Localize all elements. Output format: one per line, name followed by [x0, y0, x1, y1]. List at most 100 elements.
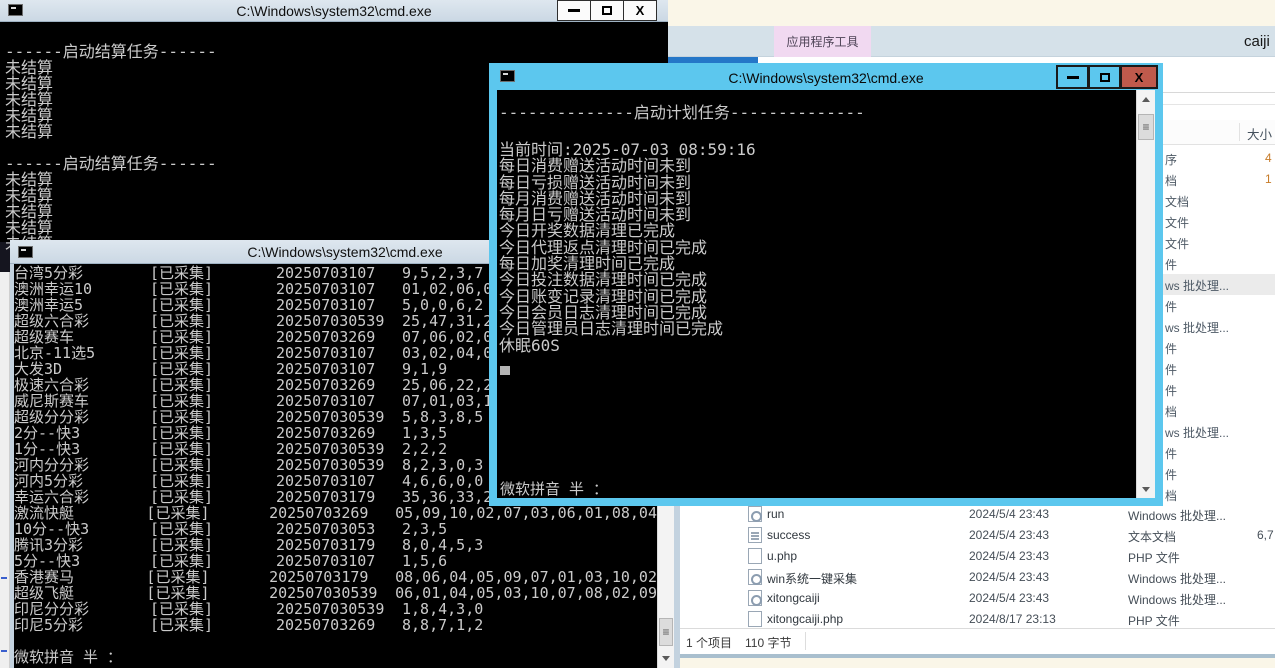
collect-status: [已采集]: [150, 313, 276, 329]
maximize-button[interactable]: [590, 0, 624, 21]
cmd-window-scheduler: C:\Windows\system32\cmd.exe X ----------…: [489, 63, 1163, 506]
file-name: xitongcaiji: [767, 591, 820, 605]
lottery-name: 极速六合彩: [14, 377, 150, 393]
lottery-name: 2分--快3: [14, 425, 150, 441]
cmd-settlement-titlebar[interactable]: C:\Windows\system32\cmd.exe X: [0, 0, 668, 22]
minimize-button[interactable]: [557, 0, 591, 21]
draw-result: 5,0,0,6,2: [402, 297, 483, 313]
lottery-name: 河内5分彩: [14, 473, 150, 489]
close-button[interactable]: X: [1120, 65, 1158, 89]
lottery-name: 香港赛马: [14, 569, 146, 585]
scroll-down-button[interactable]: [658, 650, 674, 666]
collect-status: [已采集]: [146, 569, 269, 585]
collect-status: [已采集]: [150, 537, 276, 553]
lottery-name: 1分--快3: [14, 441, 150, 457]
doc-file-icon: [748, 611, 762, 627]
collect-status: [已采集]: [150, 409, 276, 425]
draw-period: 20250703269: [269, 505, 365, 521]
draw-period: 20250703107: [276, 345, 372, 361]
draw-period: 20250703107: [276, 281, 372, 297]
lottery-name: 5分--快3: [14, 553, 150, 569]
file-type-fragment: 文件: [1165, 235, 1189, 252]
file-type-fragment: 文档: [1165, 193, 1189, 210]
collect-status: [已采集]: [150, 281, 276, 297]
console-line: 休眠60S: [499, 338, 756, 354]
scroll-up-button[interactable]: [1137, 90, 1155, 108]
draw-result: 35,36,33,24: [402, 489, 501, 505]
batch-file-icon: [748, 590, 762, 606]
draw-result: 08,06,04,05,09,07,01,03,10,02: [395, 569, 657, 585]
lottery-row: 超级飞艇[已采集]20250703053906,01,04,05,03,10,0…: [14, 585, 657, 601]
close-button[interactable]: X: [623, 0, 657, 21]
close-icon: X: [1135, 71, 1144, 84]
lottery-row: 印尼5分彩[已采集]202507032698,8,7,1,2: [14, 617, 657, 633]
draw-period: 20250703269: [276, 377, 372, 393]
file-type: 文本文档: [1128, 528, 1176, 545]
file-type: Windows 批处理...: [1128, 591, 1226, 608]
explorer-window-title: caiji: [1244, 33, 1270, 50]
draw-result: 25,47,31,28: [402, 313, 501, 329]
collect-status: [已采集]: [150, 329, 276, 345]
arrow-up-icon: [1142, 97, 1150, 102]
draw-result: 2,2,2: [402, 441, 447, 457]
batch-file-icon: [748, 506, 762, 522]
lottery-row: 香港赛马[已采集]20250703179 08,06,04,05,09,07,01…: [14, 569, 657, 585]
draw-period: 202507030539: [276, 313, 372, 329]
file-name: win系统一键采集: [767, 570, 857, 587]
draw-result: 5,8,3,8,5: [402, 409, 483, 425]
draw-period: 202507030539: [276, 409, 372, 425]
text-file-icon: [748, 527, 762, 543]
lottery-name: 台湾5分彩: [14, 265, 150, 281]
lottery-row: 腾讯3分彩[已采集]202507031798,0,4,5,3: [14, 537, 657, 553]
lottery-name: 印尼5分彩: [14, 617, 150, 633]
lottery-row: 印尼分分彩[已采集]2025070305391,8,4,3,0: [14, 601, 657, 617]
file-date: 2024/5/4 23:43: [969, 528, 1049, 542]
draw-result: 1,8,4,3,0: [402, 601, 483, 617]
column-separator[interactable]: [1239, 123, 1240, 141]
collect-status: [已采集]: [150, 617, 276, 633]
draw-period: 202507030539: [276, 601, 372, 617]
selected-size: 110 字节: [745, 634, 791, 651]
lottery-name: 河内分分彩: [14, 457, 150, 473]
file-date: 2024/5/4 23:43: [969, 507, 1049, 521]
application-tools-tab[interactable]: 应用程序工具: [774, 26, 871, 57]
scrollbar-thumb[interactable]: [659, 618, 673, 646]
vertical-scrollbar[interactable]: [1136, 90, 1155, 498]
file-type: PHP 文件: [1128, 549, 1180, 566]
lottery-row: 5分--快3[已采集]202507031071,5,6: [14, 553, 657, 569]
draw-result: 25,06,22,27: [402, 377, 501, 393]
draw-period: 20250703269: [276, 425, 372, 441]
collect-status: [已采集]: [150, 393, 276, 409]
window-controls: X: [558, 0, 657, 21]
scrollbar-thumb[interactable]: [1138, 114, 1154, 140]
collect-status: [已采集]: [146, 585, 269, 601]
lottery-name: 超级飞艇: [14, 585, 146, 601]
draw-period: 20250703053: [276, 521, 372, 537]
lottery-name: 激流快艇: [14, 505, 146, 521]
collect-status: [已采集]: [150, 473, 276, 489]
maximize-button[interactable]: [1088, 65, 1121, 89]
file-size-fragment: 1: [1265, 172, 1272, 186]
minimize-button[interactable]: [1056, 65, 1089, 89]
file-type-fragment: ws 批处理...: [1165, 424, 1229, 441]
editor-mark: [1, 650, 7, 652]
console-output: 当前时间:2025-07-03 08:59:16每日消费赠送活动时间未到每日亏损…: [499, 142, 756, 354]
lottery-name: 超级分分彩: [14, 409, 150, 425]
collect-status: [已采集]: [150, 489, 276, 505]
file-name: run: [767, 507, 784, 521]
file-type-fragment: 件: [1165, 340, 1177, 357]
size-column-header[interactable]: 大小: [1247, 124, 1272, 143]
file-size: 6,7: [1257, 528, 1274, 542]
draw-period: 20250703107: [276, 553, 372, 569]
file-type-fragment: 件: [1165, 256, 1177, 273]
draw-period: 20250703179: [276, 537, 372, 553]
ime-status-line: 微软拼音 半 ：: [14, 649, 657, 665]
draw-result: 8,8,7,1,2: [402, 617, 483, 633]
collect-status: [已采集]: [150, 377, 276, 393]
lottery-row: 10分--快3[已采集]202507030532,3,5: [14, 521, 657, 537]
close-icon: X: [636, 4, 645, 17]
draw-period: 20250703179: [269, 569, 365, 585]
draw-result: 1,5,6: [402, 553, 447, 569]
lottery-name: 超级六合彩: [14, 313, 150, 329]
scroll-down-button[interactable]: [1137, 480, 1155, 498]
